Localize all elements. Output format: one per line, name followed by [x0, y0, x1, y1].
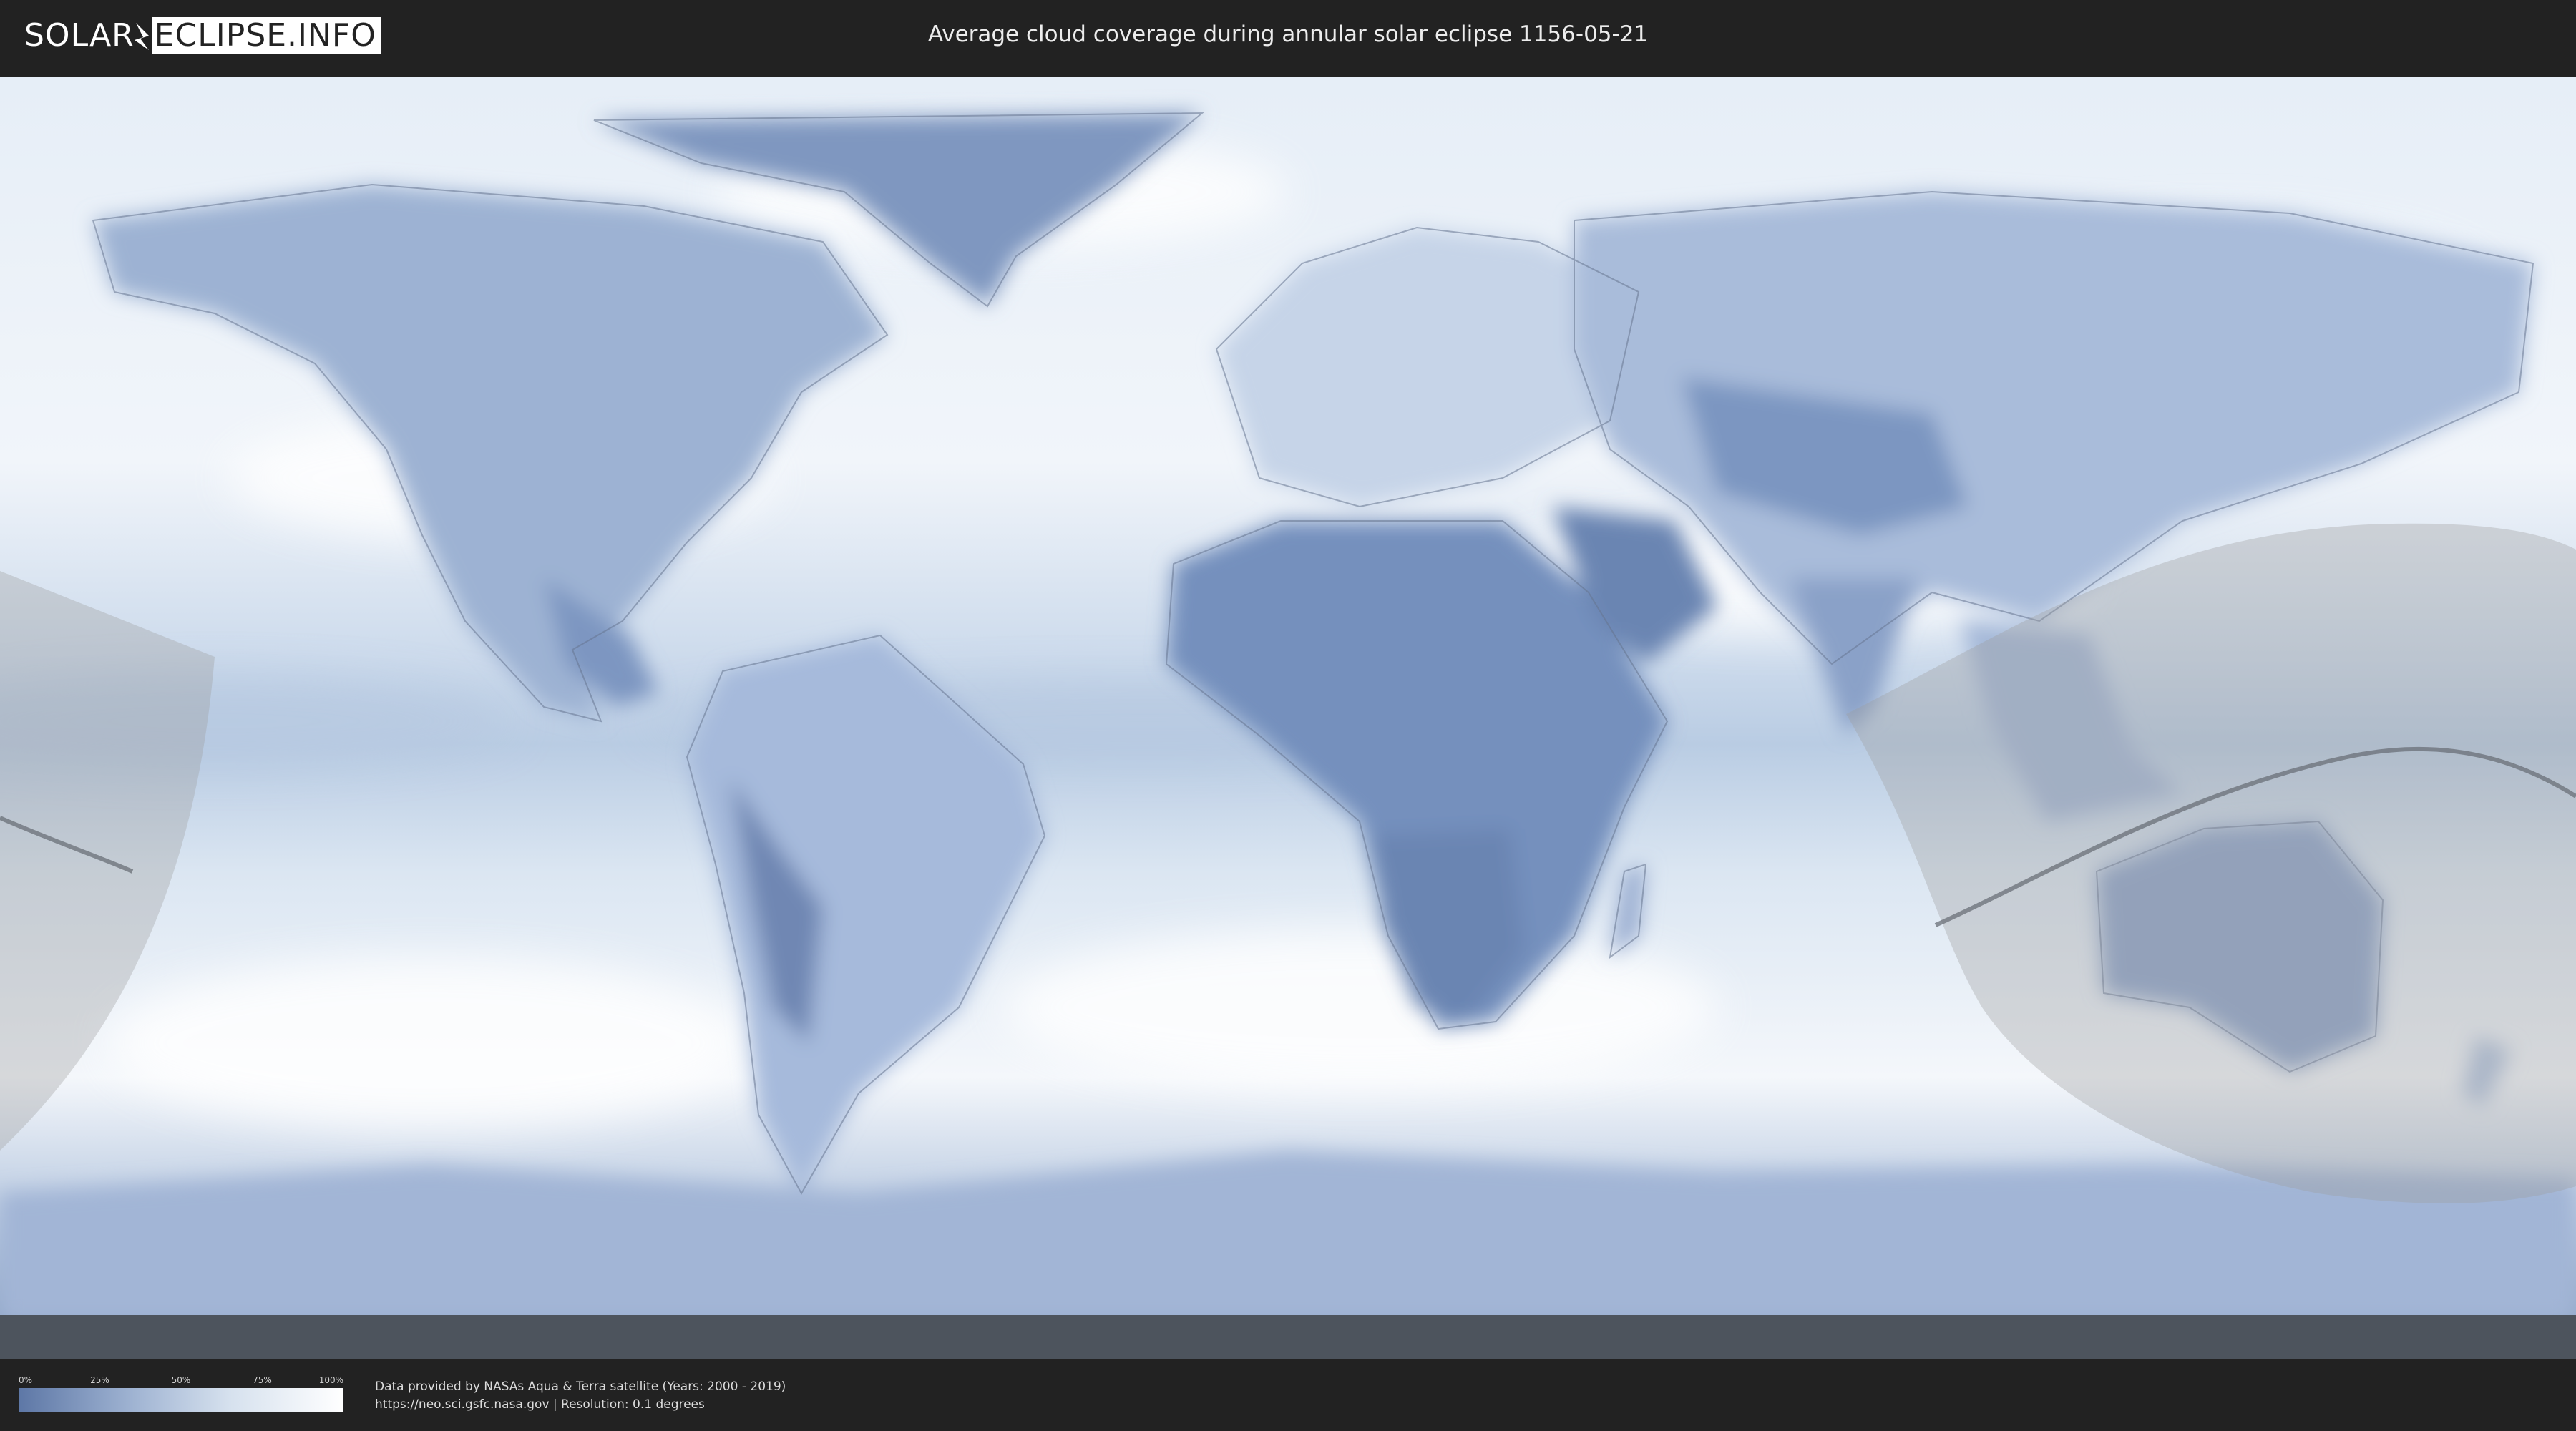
- header-bar: SOLAR ECLIPSE.INFO Average cloud coverag…: [0, 0, 2576, 72]
- world-map-icon: [0, 77, 2576, 1359]
- cloud-coverage-legend: 0% 25% 50% 75% 100%: [19, 1375, 343, 1412]
- page-title: Average cloud coverage during annular so…: [927, 21, 1649, 47]
- legend-tick: 75%: [253, 1375, 272, 1385]
- legend-tick: 0%: [19, 1375, 33, 1385]
- legend-tick: 100%: [318, 1375, 343, 1385]
- legend-tick: 25%: [90, 1375, 109, 1385]
- data-credits: Data provided by NASAs Aqua & Terra sate…: [375, 1378, 786, 1414]
- legend-tick: 50%: [171, 1375, 191, 1385]
- cloud-coverage-map[interactable]: [0, 77, 2576, 1359]
- legend-ticks: 0% 25% 50% 75% 100%: [19, 1375, 343, 1388]
- antarctica: [0, 1151, 2576, 1322]
- legend-color-bar: [19, 1388, 343, 1412]
- credits-line-url[interactable]: https://neo.sci.gsfc.nasa.gov | Resoluti…: [375, 1396, 786, 1414]
- polar-band: [0, 1315, 2576, 1359]
- credits-line-source: Data provided by NASAs Aqua & Terra sate…: [375, 1379, 786, 1394]
